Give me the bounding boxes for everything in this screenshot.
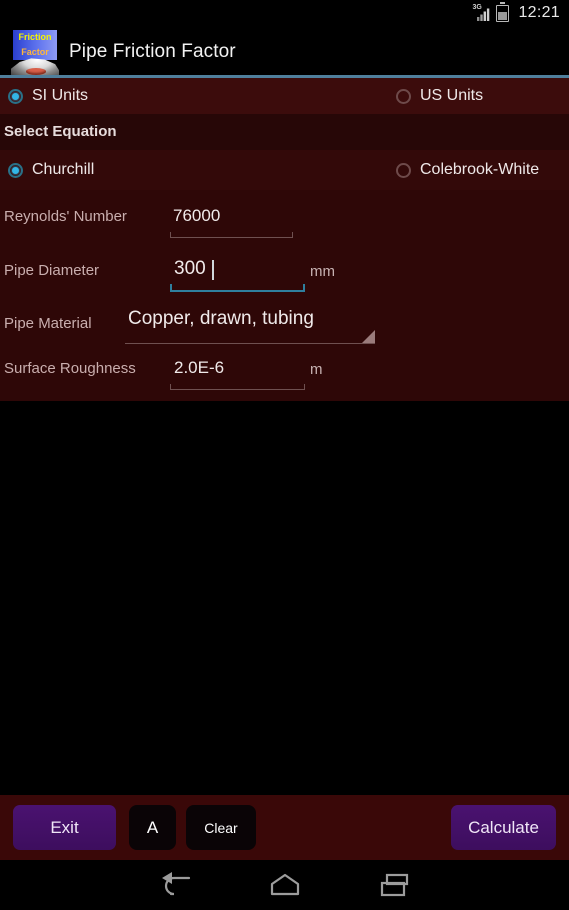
app-logo-line2: Factor	[21, 47, 49, 57]
label-reynolds-number: Reynolds' Number	[4, 208, 127, 225]
field-row-reynolds-number: Reynolds' Number 76000	[0, 204, 569, 238]
underline-surface-roughness	[170, 384, 305, 390]
value-surface-roughness: 2.0E-6	[174, 358, 225, 377]
radio-colebrook-white[interactable]: Colebrook-White	[396, 161, 539, 179]
radio-us-units-icon[interactable]	[396, 88, 411, 104]
field-row-pipe-diameter: Pipe Diameter 300 mm	[0, 256, 569, 292]
battery-charging-icon	[496, 1, 510, 22]
signal-3g-icon: 3G	[472, 4, 490, 22]
nav-home-button[interactable]	[230, 860, 340, 910]
status-clock: 12:21	[518, 4, 560, 21]
nav-back-button[interactable]	[120, 860, 230, 910]
radio-churchill-icon[interactable]	[8, 162, 23, 178]
radio-us-units[interactable]: US Units	[396, 87, 483, 105]
action-bar: Friction Factor Pipe Friction Factor	[0, 26, 569, 78]
label-pipe-material: Pipe Material	[4, 315, 92, 332]
android-screen: 3G 12:21 Friction Factor Pipe Friction F…	[0, 0, 569, 910]
status-icons: 3G 12:21	[472, 1, 560, 22]
app-logo-icon: Friction Factor	[9, 28, 59, 76]
calculate-button[interactable]: Calculate	[451, 805, 556, 850]
back-icon	[161, 872, 190, 896]
page-title: Pipe Friction Factor	[69, 41, 236, 62]
radio-churchill[interactable]: Churchill	[8, 161, 94, 179]
radio-us-units-label: US Units	[420, 87, 484, 104]
input-pipe-diameter[interactable]: 300	[170, 256, 305, 292]
button-bar: Exit A Clear Calculate	[0, 795, 569, 860]
chevron-down-icon[interactable]	[362, 330, 375, 343]
unit-surface-roughness: m	[310, 361, 323, 378]
recents-icon	[380, 873, 408, 897]
label-pipe-diameter: Pipe Diameter	[4, 262, 100, 279]
radio-si-units-icon[interactable]	[8, 88, 23, 104]
unit-pipe-diameter: mm	[310, 263, 335, 280]
value-reynolds-number: 76000	[173, 206, 221, 225]
radio-colebrook-white-label: Colebrook-White	[420, 161, 540, 178]
input-reynolds-number[interactable]: 76000	[170, 204, 293, 238]
results-area	[0, 401, 569, 795]
clear-button[interactable]: Clear	[186, 805, 256, 850]
value-pipe-diameter: 300	[174, 258, 206, 279]
radio-colebrook-white-icon[interactable]	[396, 162, 411, 178]
field-row-pipe-material: Pipe Material Copper, drawn, tubing	[0, 308, 569, 344]
app-logo-line1: Friction	[18, 32, 52, 42]
equation-selector-group: Churchill Colebrook-White	[0, 150, 569, 190]
underline-reynolds-number	[170, 232, 293, 238]
underline-pipe-material	[125, 343, 375, 344]
radio-si-units-label: SI Units	[32, 87, 89, 104]
app-logo-pipe-image	[26, 68, 46, 75]
select-equation-label: Select Equation	[4, 123, 117, 140]
input-surface-roughness[interactable]: 2.0E-6	[170, 356, 305, 390]
label-surface-roughness: Surface Roughness	[4, 360, 136, 377]
signal-bars-icon	[477, 8, 490, 21]
nav-recents-button[interactable]	[340, 860, 450, 910]
text-cursor	[212, 260, 214, 280]
underline-pipe-diameter	[170, 284, 305, 292]
exit-button[interactable]: Exit	[13, 805, 116, 850]
input-form: Reynolds' Number 76000 Pipe Diameter 300…	[0, 190, 569, 401]
radio-churchill-label: Churchill	[32, 161, 95, 178]
field-row-surface-roughness: Surface Roughness 2.0E-6 m	[0, 356, 569, 390]
units-selector-group: SI Units US Units	[0, 78, 569, 114]
status-bar: 3G 12:21	[0, 0, 569, 26]
select-equation-section: Select Equation	[0, 114, 569, 150]
spinner-pipe-material[interactable]: Copper, drawn, tubing	[125, 308, 375, 344]
system-navigation-bar	[0, 860, 569, 910]
radio-si-units[interactable]: SI Units	[8, 87, 88, 105]
value-pipe-material: Copper, drawn, tubing	[128, 308, 314, 329]
home-icon	[270, 873, 299, 896]
about-button[interactable]: A	[129, 805, 176, 850]
